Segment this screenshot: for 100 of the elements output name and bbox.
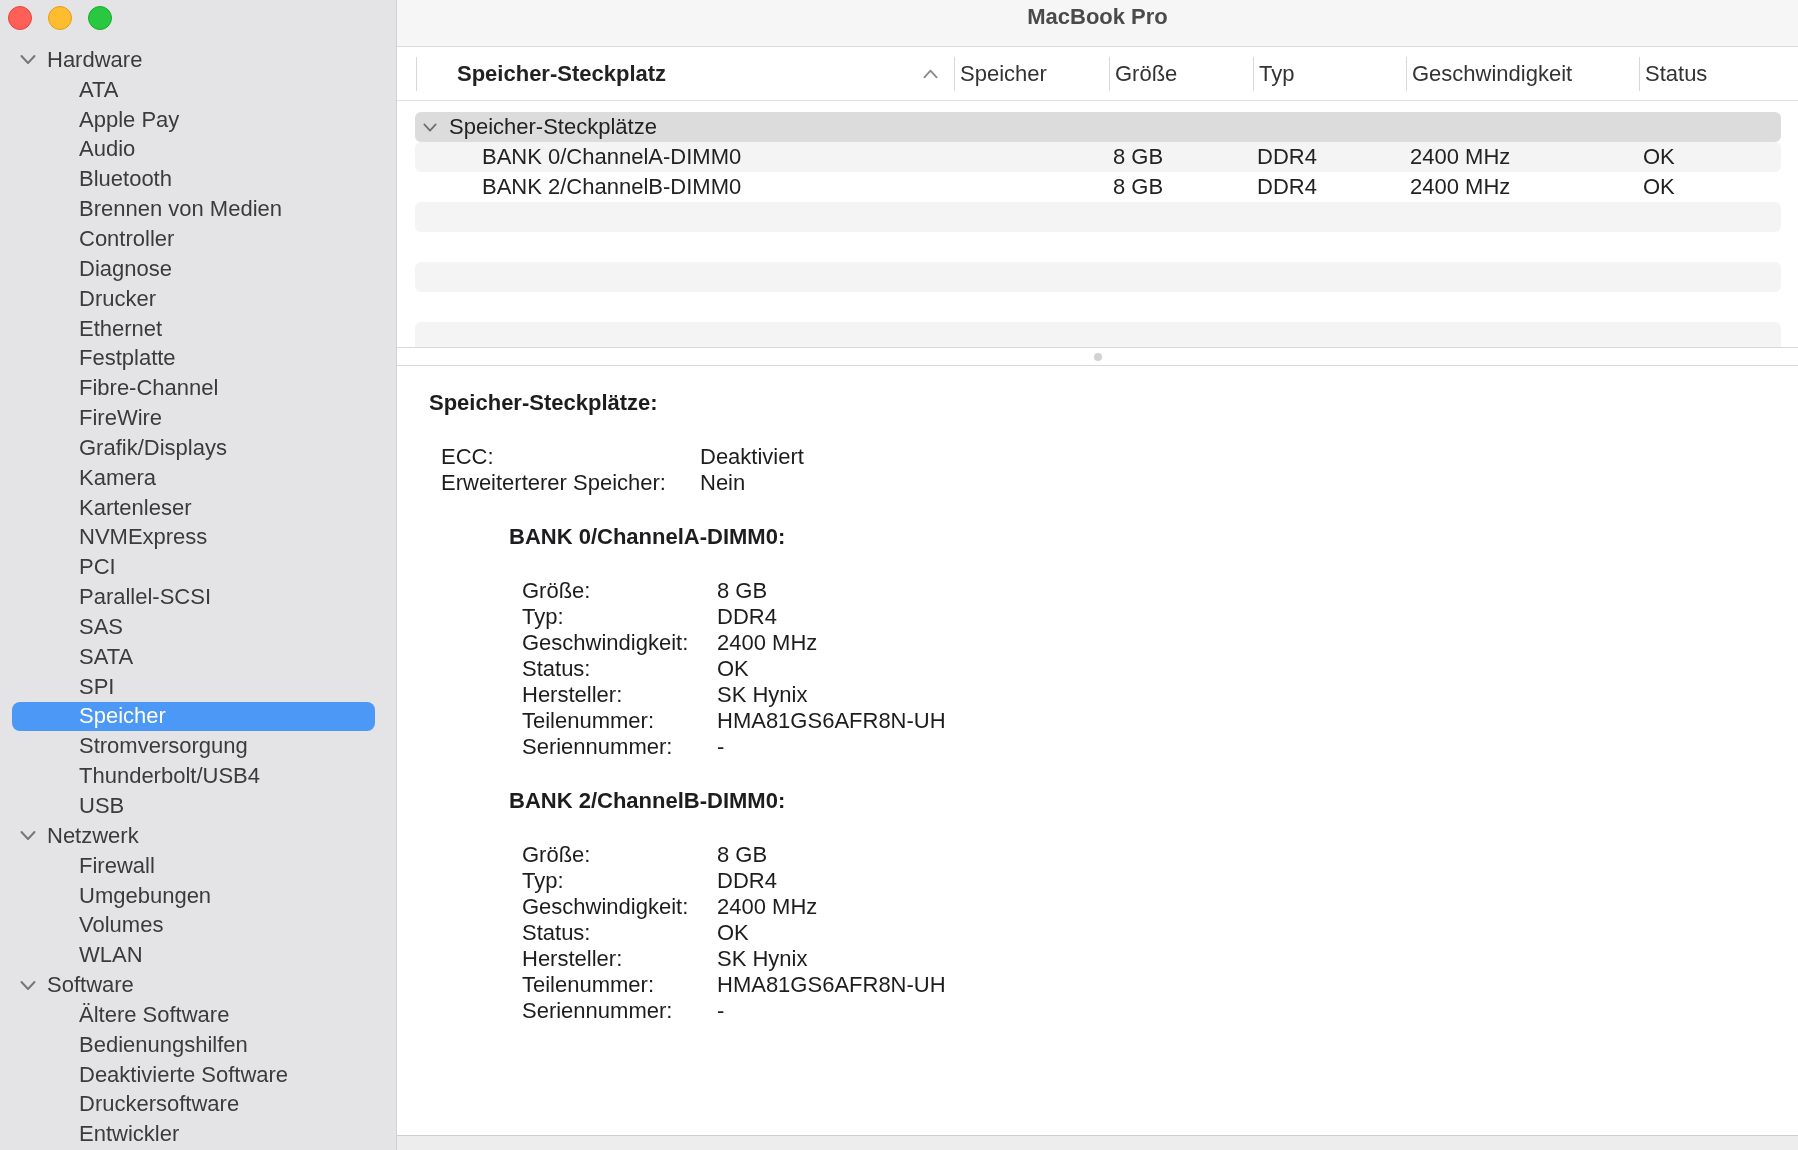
sidebar-item[interactable]: Druckersoftware xyxy=(12,1089,375,1120)
chevron-down-icon[interactable] xyxy=(20,979,36,991)
property-label: Status: xyxy=(522,920,591,946)
sidebar-item[interactable]: USB xyxy=(12,791,375,821)
sidebar-group[interactable]: Netzwerk xyxy=(12,820,375,851)
sidebar-item[interactable]: Drucker xyxy=(12,283,375,314)
section-heading: BANK 0/ChannelA-DIMM0: xyxy=(509,524,786,550)
sidebar-item[interactable]: SATA xyxy=(12,641,375,672)
sidebar-item[interactable]: PCI xyxy=(12,552,375,583)
property-label: Erweiterterer Speicher: xyxy=(441,470,666,496)
chevron-up-icon[interactable] xyxy=(923,68,938,79)
sidebar-item[interactable]: Bedienungshilfen xyxy=(12,1029,375,1060)
property-label: Hersteller: xyxy=(522,946,623,972)
sidebar-item[interactable]: SPI xyxy=(12,671,375,702)
table-cell: DDR4 xyxy=(1257,174,1317,200)
property-label: Größe: xyxy=(522,578,591,604)
sidebar-group[interactable]: Hardware xyxy=(12,45,375,75)
property-value: SK Hynix xyxy=(717,946,808,972)
property-value: HMA81GS6AFR8N-UH xyxy=(717,708,946,734)
close-window-icon[interactable] xyxy=(8,6,32,30)
chevron-down-icon[interactable] xyxy=(20,54,36,66)
section-heading: Speicher-Steckplätze: xyxy=(429,390,658,416)
property-label: Typ: xyxy=(522,604,564,630)
sidebar-item[interactable]: WLAN xyxy=(12,940,375,971)
table-cell: OK xyxy=(1643,174,1675,200)
splitter-handle-icon[interactable] xyxy=(1093,352,1102,361)
chevron-down-icon[interactable] xyxy=(423,122,437,132)
property-label: Geschwindigkeit: xyxy=(522,630,689,656)
property-value: HMA81GS6AFR8N-UH xyxy=(717,972,946,998)
zoom-window-icon[interactable] xyxy=(88,6,112,30)
table-cell: 8 GB xyxy=(1113,144,1164,170)
property-label: Seriennummer: xyxy=(522,998,673,1024)
table-cell: BANK 0/ChannelA-DIMM0 xyxy=(482,144,742,170)
sidebar-item[interactable]: Grafik/Displays xyxy=(12,432,375,463)
table-cell: 2400 MHz xyxy=(1410,174,1511,200)
sidebar-item[interactable]: Apple Pay xyxy=(12,104,375,135)
sidebar-item[interactable]: Ethernet xyxy=(12,313,375,344)
table-row[interactable]: Speicher-Steckplätze xyxy=(415,112,1781,142)
property-label: Typ: xyxy=(522,868,564,894)
sidebar-item[interactable]: Diagnose xyxy=(12,253,375,284)
table-cell: 2400 MHz xyxy=(1410,144,1511,170)
sidebar-item[interactable]: Kamera xyxy=(12,462,375,493)
property-label: Status: xyxy=(522,656,591,682)
table-cell: OK xyxy=(1643,144,1675,170)
section-heading: BANK 2/ChannelB-DIMM0: xyxy=(509,788,786,814)
property-label: Größe: xyxy=(522,842,591,868)
property-value: 2400 MHz xyxy=(717,630,818,656)
table-cell: DDR4 xyxy=(1257,144,1317,170)
column-header[interactable]: Status xyxy=(1639,56,1781,91)
sidebar-item[interactable]: Ältere Software xyxy=(12,1000,375,1030)
sidebar-item[interactable]: Fibre-Channel xyxy=(12,373,375,404)
property-value: 8 GB xyxy=(717,578,768,604)
sidebar-item[interactable]: Firewall xyxy=(12,850,375,881)
property-label: Teilenummer: xyxy=(522,708,655,734)
property-value: OK xyxy=(717,656,749,682)
sidebar-item[interactable]: FireWire xyxy=(12,403,375,433)
column-header[interactable]: Größe xyxy=(1109,56,1253,91)
sidebar-item[interactable]: Festplatte xyxy=(12,343,375,374)
chevron-down-icon[interactable] xyxy=(20,830,36,842)
table-cell: Speicher-Steckplätze xyxy=(449,114,657,140)
column-header[interactable]: Speicher xyxy=(954,56,1109,91)
table-cell: 8 GB xyxy=(1113,174,1164,200)
column-header[interactable]: Geschwindigkeit xyxy=(1406,56,1639,91)
property-value: 2400 MHz xyxy=(717,894,818,920)
sidebar-item[interactable]: Thunderbolt/USB4 xyxy=(12,761,375,792)
sidebar-item[interactable]: Volumes xyxy=(12,910,375,941)
column-header[interactable]: Speicher-Steckplatz xyxy=(416,56,954,91)
sidebar-item[interactable]: Kartenleser xyxy=(12,492,375,523)
sidebar-item[interactable]: SAS xyxy=(12,612,375,642)
sidebar-item[interactable]: Bluetooth xyxy=(12,164,375,195)
sidebar-item[interactable]: NVMExpress xyxy=(12,522,375,553)
property-value: DDR4 xyxy=(717,604,777,630)
sidebar-item[interactable]: Controller xyxy=(12,224,375,254)
property-label: Hersteller: xyxy=(522,682,623,708)
property-value: SK Hynix xyxy=(717,682,808,708)
sidebar-item[interactable]: Audio xyxy=(12,134,375,165)
sidebar-item[interactable]: Entwickler xyxy=(12,1119,375,1150)
property-label: ECC: xyxy=(441,444,494,470)
property-label: Seriennummer: xyxy=(522,734,673,760)
sidebar-item[interactable]: Parallel-SCSI xyxy=(12,582,375,613)
property-value: 8 GB xyxy=(717,842,768,868)
table-cell: BANK 2/ChannelB-DIMM0 xyxy=(482,174,742,200)
table-row[interactable]: BANK 0/ChannelA-DIMM0 8 GB DDR4 2400 MHz OK xyxy=(415,142,1781,172)
window-title: MacBook Pro xyxy=(1027,4,1168,30)
sidebar-item[interactable]: Brennen von Medien xyxy=(12,194,375,225)
property-value: Deaktiviert xyxy=(700,444,804,470)
property-value: - xyxy=(717,998,725,1024)
sidebar-item[interactable]: Umgebungen xyxy=(12,880,375,911)
property-value: - xyxy=(717,734,725,760)
sidebar-item[interactable]: Stromversorgung xyxy=(12,731,375,762)
property-value: DDR4 xyxy=(717,868,777,894)
property-label: Teilenummer: xyxy=(522,972,655,998)
sidebar-item[interactable]: Deaktivierte Software xyxy=(12,1059,375,1090)
sidebar-group[interactable]: Software xyxy=(12,970,375,1000)
column-header[interactable]: Typ xyxy=(1253,56,1406,91)
property-value: Nein xyxy=(700,470,746,496)
sidebar-item[interactable]: ATA xyxy=(12,74,375,105)
property-label: Geschwindigkeit: xyxy=(522,894,689,920)
table-row[interactable]: BANK 2/ChannelB-DIMM0 8 GB DDR4 2400 MHz OK xyxy=(415,172,1781,202)
property-value: OK xyxy=(717,920,749,946)
